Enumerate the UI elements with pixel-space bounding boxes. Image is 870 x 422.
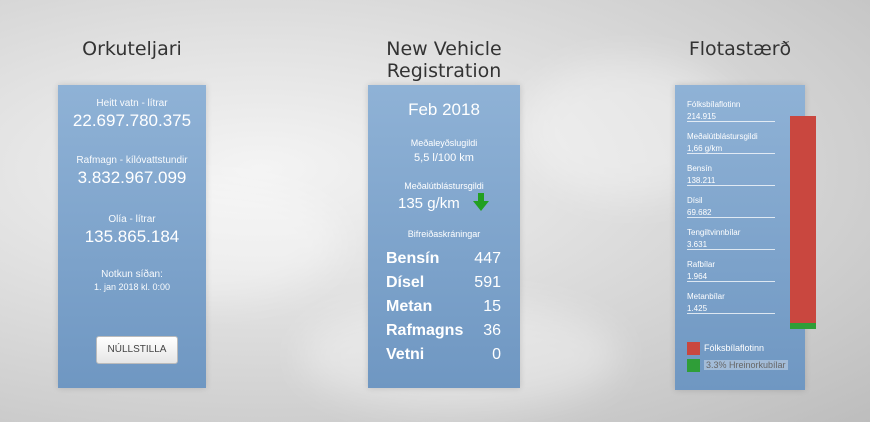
registration-count: 36 — [483, 322, 501, 339]
registration-row: Rafmagns 36 — [386, 322, 501, 340]
fleet-stat-value: 69.682 — [687, 208, 712, 217]
energy-counter-title: Orkuteljari — [82, 38, 182, 60]
legend-item-fleet: Fólksbílaflotinn — [687, 342, 764, 355]
legend-swatch-red — [687, 342, 700, 355]
registration-row: Dísel 591 — [386, 274, 501, 292]
fleet-stat: Rafbílar 1.964 — [687, 260, 775, 282]
fleet-bar-clean — [790, 323, 816, 329]
fleet-stat-label: Meðalútblástursgildi — [687, 132, 758, 141]
avg-consumption-label: Meðaleyðslugildi — [410, 138, 478, 148]
fleet-stat-value: 1.964 — [687, 272, 708, 281]
fleet-bar-total — [790, 116, 816, 323]
energy-counter-panel: Heitt vatn - lítrar 22.697.780.375 Rafma… — [58, 85, 206, 388]
reset-button[interactable]: NÚLLSTILLA — [96, 336, 178, 364]
fleet-stat-label: Rafbílar — [687, 260, 716, 269]
registration-row: Metan 15 — [386, 298, 501, 316]
since-label: Notkun síðan: — [101, 269, 163, 280]
hot-water-value: 22.697.780.375 — [72, 111, 192, 130]
fuel-type-label: Metan — [386, 298, 433, 315]
power-value: 3.832.967.099 — [77, 168, 187, 187]
fuel-type-label: Rafmagns — [386, 322, 464, 339]
fleet-stat: Metanbílar 1.425 — [687, 292, 775, 314]
hot-water-block: Heitt vatn - lítrar 22.697.780.375 — [58, 98, 206, 131]
oil-value: 135.865.184 — [84, 227, 180, 246]
fleet-stat-value: 138.211 — [687, 176, 716, 185]
fuel-type-label: Vetni — [386, 346, 425, 363]
power-block: Rafmagn - kílóvattstundir 3.832.967.099 — [58, 155, 206, 188]
registration-count: 591 — [474, 274, 501, 291]
fleet-size-panel: Fólksbílaflotinn 214.915 Meðalútblásturs… — [675, 85, 816, 390]
fuel-type-label: Bensín — [386, 250, 440, 267]
fleet-stat-value: 1.425 — [687, 304, 708, 313]
power-label: Rafmagn - kílóvattstundir — [76, 155, 188, 166]
arrow-down-icon — [473, 193, 489, 216]
registration-row: Vetni 0 — [386, 346, 501, 364]
legend-label-clean: 3.3% Hreinorkubílar — [704, 359, 788, 370]
avg-emission-value: 135 g/km — [398, 195, 460, 212]
fleet-stat-value: 214.915 — [687, 112, 716, 121]
fleet-stat-label: Fólksbílaflotinn — [687, 100, 741, 109]
registration-row: Bensín 447 — [386, 250, 501, 268]
since-block: Notkun síðan: 1. jan 2018 kl. 0:00 — [58, 269, 206, 292]
fuel-type-label: Dísel — [386, 274, 425, 291]
fleet-stat-label: Tengiltvinnbílar — [687, 228, 741, 237]
registration-count: 447 — [474, 250, 501, 267]
fleet-stat: Bensín 138.211 — [687, 164, 775, 186]
hot-water-label: Heitt vatn - lítrar — [96, 98, 168, 109]
oil-label: Olía - lítrar — [108, 214, 156, 225]
avg-emission-label: Meðalútblástursgildi — [404, 181, 484, 191]
fleet-stat: Dísil 69.682 — [687, 196, 775, 218]
fleet-size-title: Flotastærð — [688, 38, 792, 60]
vehicle-registration-panel: Feb 2018 Meðaleyðslugildi 5,5 l/100 km M… — [368, 85, 520, 388]
fleet-stat: Tengiltvinnbílar 3.631 — [687, 228, 775, 250]
avg-consumption-value: 5,5 l/100 km — [414, 152, 474, 164]
registration-count: 15 — [483, 298, 501, 315]
registrations-label: Bifreiðaskráningar — [407, 229, 481, 239]
fleet-stat: Meðalútblástursgildi 1,66 g/km — [687, 132, 775, 154]
registration-count: 0 — [492, 346, 501, 363]
since-value: 1. jan 2018 kl. 0:00 — [93, 282, 171, 292]
fleet-stat-label: Bensín — [687, 164, 712, 173]
period-date: Feb 2018 — [408, 100, 480, 119]
vehicle-registration-title: New Vehicle Registration — [386, 38, 502, 82]
fleet-stat: Fólksbílaflotinn 214.915 — [687, 100, 775, 122]
legend-item-clean: 3.3% Hreinorkubílar — [687, 359, 788, 372]
legend-swatch-green — [687, 359, 700, 372]
fleet-stat-label: Dísil — [687, 196, 703, 205]
fleet-stat-value: 3.631 — [687, 240, 708, 249]
fleet-stat-label: Metanbílar — [687, 292, 725, 301]
legend-label-fleet: Fólksbílaflotinn — [704, 342, 765, 353]
fleet-stat-value: 1,66 g/km — [687, 144, 723, 153]
oil-block: Olía - lítrar 135.865.184 — [58, 214, 206, 247]
